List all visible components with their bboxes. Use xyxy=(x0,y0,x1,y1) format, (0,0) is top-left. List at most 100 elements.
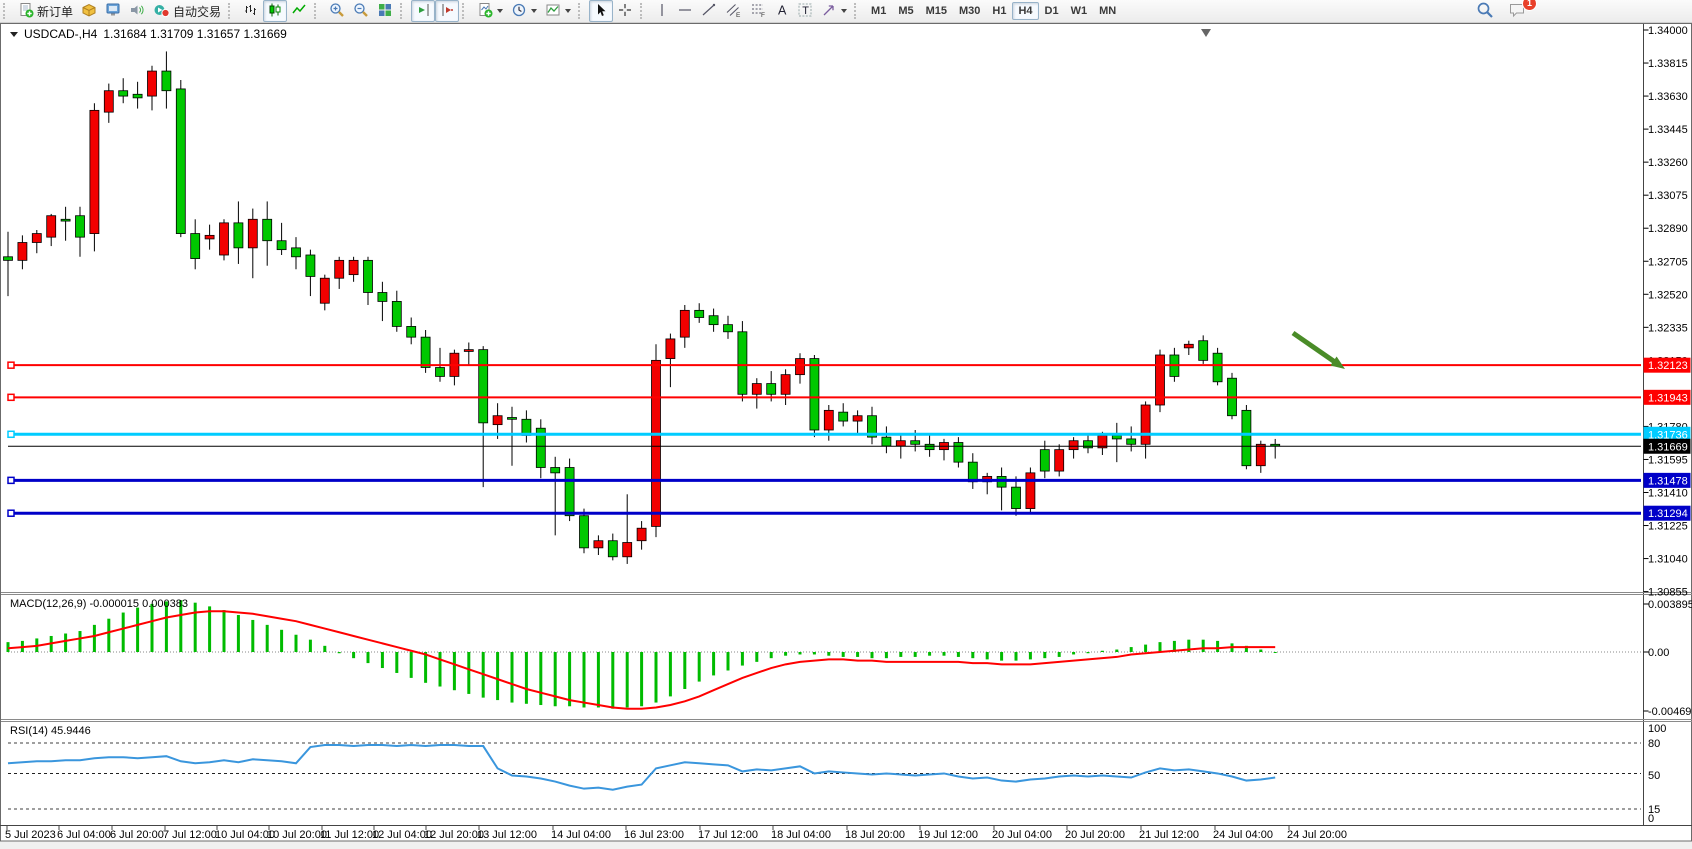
trendline-tool-button[interactable] xyxy=(697,0,721,22)
search-button[interactable] xyxy=(1472,0,1498,22)
main-toolbar: 新订单 自动交易 E F A T xyxy=(0,0,1692,23)
timeframe-h4-button[interactable]: H4 xyxy=(1012,2,1038,20)
svg-text:A: A xyxy=(778,3,787,17)
svg-text:20 Jul 20:00: 20 Jul 20:00 xyxy=(1065,829,1125,841)
svg-text:6 Jul 20:00: 6 Jul 20:00 xyxy=(110,829,164,841)
svg-text:1.32123: 1.32123 xyxy=(1648,360,1688,372)
zoom-out-button[interactable] xyxy=(349,0,373,22)
svg-text:1.33815: 1.33815 xyxy=(1648,58,1688,70)
chart-symbol-dropdown-icon[interactable] xyxy=(10,32,18,37)
svg-text:1.31595: 1.31595 xyxy=(1648,454,1688,466)
indicators-icon xyxy=(477,2,493,21)
mt4-terminal: 新订单 自动交易 E F A T xyxy=(0,0,1692,849)
toolbar-grip xyxy=(228,3,235,19)
timeframe-h1-button[interactable]: H1 xyxy=(986,2,1012,20)
crosshair-button[interactable] xyxy=(613,0,637,22)
chart-shift-icon xyxy=(439,2,455,21)
svg-text:1.32890: 1.32890 xyxy=(1648,223,1688,235)
bar-chart-button[interactable] xyxy=(239,0,263,22)
svg-text:1.31478: 1.31478 xyxy=(1648,475,1688,487)
timeframe-m5-button[interactable]: M5 xyxy=(892,2,919,20)
svg-text:80: 80 xyxy=(1648,738,1660,750)
svg-text:1.33075: 1.33075 xyxy=(1648,190,1688,202)
svg-text:12 Jul 20:00: 12 Jul 20:00 xyxy=(424,829,484,841)
svg-text:1.31943: 1.31943 xyxy=(1648,392,1688,404)
toolbar-grip xyxy=(640,3,647,19)
chart-shift-button[interactable] xyxy=(435,0,459,22)
indicators-dropdown-caret xyxy=(497,9,503,13)
chart-symbol-period: USDCAD-,H4 xyxy=(24,27,97,41)
arrows-tool-icon xyxy=(821,2,837,21)
toolbar-grip xyxy=(578,3,585,19)
svg-text:1.32335: 1.32335 xyxy=(1648,322,1688,334)
timeframe-d1-button[interactable]: D1 xyxy=(1039,2,1065,20)
svg-text:F: F xyxy=(761,12,765,18)
chart-canvas[interactable]: 1.340001.338151.336301.334451.332601.330… xyxy=(0,0,1692,849)
terminal-window-button[interactable] xyxy=(101,0,125,22)
metaeditor-button[interactable] xyxy=(77,0,101,22)
equidistant-channel-tool-button[interactable]: E xyxy=(721,0,746,22)
cursor-arrow-icon xyxy=(593,2,609,21)
svg-text:7 Jul 12:00: 7 Jul 12:00 xyxy=(163,829,217,841)
auto-trading-icon xyxy=(153,2,170,21)
timeframe-m1-button[interactable]: M1 xyxy=(865,2,892,20)
periods-button[interactable] xyxy=(507,0,541,22)
svg-text:1.32705: 1.32705 xyxy=(1648,256,1688,268)
svg-text:6 Jul 04:00: 6 Jul 04:00 xyxy=(57,829,111,841)
templates-button[interactable] xyxy=(541,0,575,22)
svg-text:16 Jul 23:00: 16 Jul 23:00 xyxy=(624,829,684,841)
svg-text:T: T xyxy=(802,5,809,17)
rsi-indicator-label: RSI(14) 45.9446 xyxy=(10,725,91,737)
timeframe-m30-button[interactable]: M30 xyxy=(953,2,986,20)
zoom-in-icon xyxy=(329,2,345,21)
tile-windows-button[interactable] xyxy=(373,0,397,22)
text-tool-icon: A xyxy=(775,2,789,21)
line-chart-button[interactable] xyxy=(287,0,311,22)
timeframe-mn-button[interactable]: MN xyxy=(1093,2,1122,20)
cursor-button[interactable] xyxy=(589,0,613,22)
fibonacci-tool-button[interactable]: F xyxy=(746,0,771,22)
zoom-in-button[interactable] xyxy=(325,0,349,22)
svg-text:1.34000: 1.34000 xyxy=(1648,25,1688,37)
text-tool-button[interactable]: A xyxy=(771,0,793,22)
arrows-tool-button[interactable] xyxy=(817,0,851,22)
chart-header: USDCAD-,H4 1.31684 1.31709 1.31657 1.316… xyxy=(10,27,287,41)
auto-scroll-icon xyxy=(415,2,431,21)
signals-button[interactable] xyxy=(125,0,149,22)
new-order-icon xyxy=(18,2,34,21)
new-order-button[interactable]: 新订单 xyxy=(14,0,77,22)
svg-text:1.31669: 1.31669 xyxy=(1648,441,1688,453)
search-icon xyxy=(1476,1,1494,22)
svg-text:1.32520: 1.32520 xyxy=(1648,289,1688,301)
notifications-button[interactable]: 1 xyxy=(1504,0,1532,22)
toolbar-grip xyxy=(3,3,10,19)
svg-text:1.33630: 1.33630 xyxy=(1648,91,1688,103)
macd-indicator-label: MACD(12,26,9) -0.000015 0.000383 xyxy=(10,598,188,610)
text-label-tool-button[interactable]: T xyxy=(793,0,817,22)
svg-text:E: E xyxy=(736,12,741,18)
trendline-icon xyxy=(701,2,717,21)
line-chart-icon xyxy=(291,2,307,21)
horizontal-line-tool-button[interactable] xyxy=(673,0,697,22)
chart-ohlc-values: 1.31684 1.31709 1.31657 1.31669 xyxy=(103,27,287,41)
candlestick-chart-button[interactable] xyxy=(263,0,287,22)
svg-text:5 Jul 2023: 5 Jul 2023 xyxy=(5,829,56,841)
toolbar-grip xyxy=(854,3,861,19)
vertical-line-tool-button[interactable] xyxy=(651,0,673,22)
signals-icon xyxy=(129,2,145,21)
periods-dropdown-caret xyxy=(531,9,537,13)
svg-text:1.31040: 1.31040 xyxy=(1648,554,1688,566)
indicators-button[interactable] xyxy=(473,0,507,22)
svg-text:11 Jul 12:00: 11 Jul 12:00 xyxy=(320,829,379,841)
svg-text:20 Jul 04:00: 20 Jul 04:00 xyxy=(992,829,1052,841)
svg-text:-0.004699: -0.004699 xyxy=(1648,706,1692,718)
timeframe-w1-button[interactable]: W1 xyxy=(1065,2,1094,20)
vertical-line-icon xyxy=(655,2,669,21)
timeframe-m15-button[interactable]: M15 xyxy=(920,2,953,20)
svg-text:13 Jul 12:00: 13 Jul 12:00 xyxy=(477,829,537,841)
auto-scroll-button[interactable] xyxy=(411,0,435,22)
zoom-out-icon xyxy=(353,2,369,21)
auto-trading-button[interactable]: 自动交易 xyxy=(149,0,225,22)
new-order-label: 新订单 xyxy=(37,3,73,20)
svg-text:100: 100 xyxy=(1648,723,1666,735)
